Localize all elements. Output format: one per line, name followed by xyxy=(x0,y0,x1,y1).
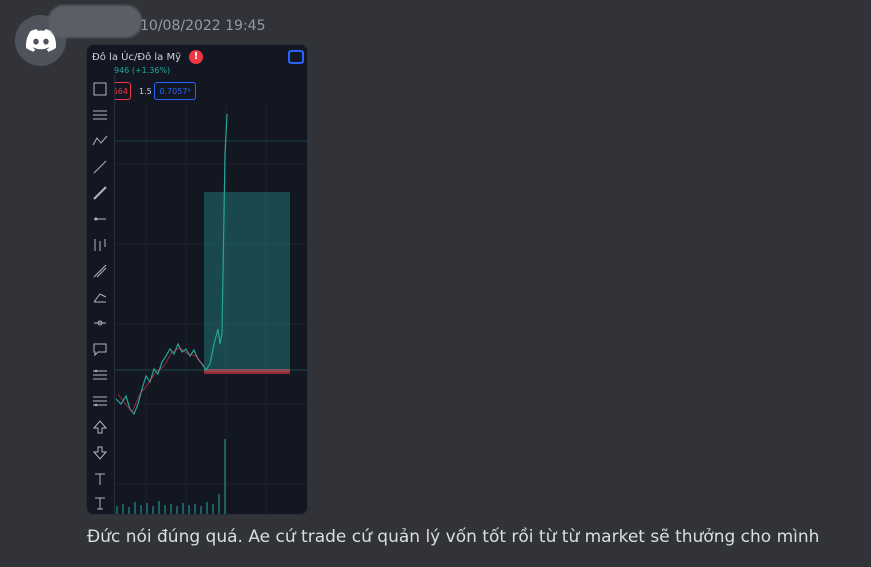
long-position-icon[interactable] xyxy=(89,364,111,386)
spread-value: 1.5 xyxy=(139,87,152,96)
arrow-up-icon[interactable] xyxy=(89,416,111,438)
drawing-toolbar xyxy=(86,74,115,515)
image-attachment[interactable]: Đô la Úc/Đô la Mỹ ! 946 (+1.36%) 564 1.5… xyxy=(86,44,308,515)
fullscreen-icon[interactable] xyxy=(288,50,304,64)
buy-button[interactable]: 0.7057⁹ xyxy=(154,82,196,100)
volume-bars xyxy=(116,439,226,515)
alert-icon[interactable]: ! xyxy=(189,50,203,64)
horizontal-lines-icon[interactable] xyxy=(89,104,111,126)
username-redacted[interactable] xyxy=(48,5,142,38)
price-change: 946 (+1.36%) xyxy=(114,66,171,75)
pattern-icon[interactable] xyxy=(89,286,111,308)
comment-icon[interactable] xyxy=(89,338,111,360)
ray-icon[interactable] xyxy=(89,208,111,230)
message-text: Đức nói đúng quá. Ae cứ trade cứ quản lý… xyxy=(87,527,820,547)
text-icon[interactable] xyxy=(89,468,111,490)
zigzag-icon[interactable] xyxy=(89,130,111,152)
long-position-profit-zone xyxy=(204,192,290,372)
fib-icon[interactable] xyxy=(89,260,111,282)
arrow-down-icon[interactable] xyxy=(89,442,111,464)
measure-icon[interactable] xyxy=(89,312,111,334)
pair-title: Đô la Úc/Đô la Mỹ xyxy=(92,52,181,63)
short-position-icon[interactable] xyxy=(89,390,111,412)
trend-line-icon[interactable] xyxy=(89,156,111,178)
brush-icon[interactable] xyxy=(89,182,111,204)
message-timestamp: 10/08/2022 19:45 xyxy=(140,18,266,34)
price-chart xyxy=(114,104,308,515)
pitchfork-icon[interactable] xyxy=(89,234,111,256)
rectangle-icon[interactable] xyxy=(89,78,111,100)
anchored-text-icon[interactable] xyxy=(89,492,111,514)
